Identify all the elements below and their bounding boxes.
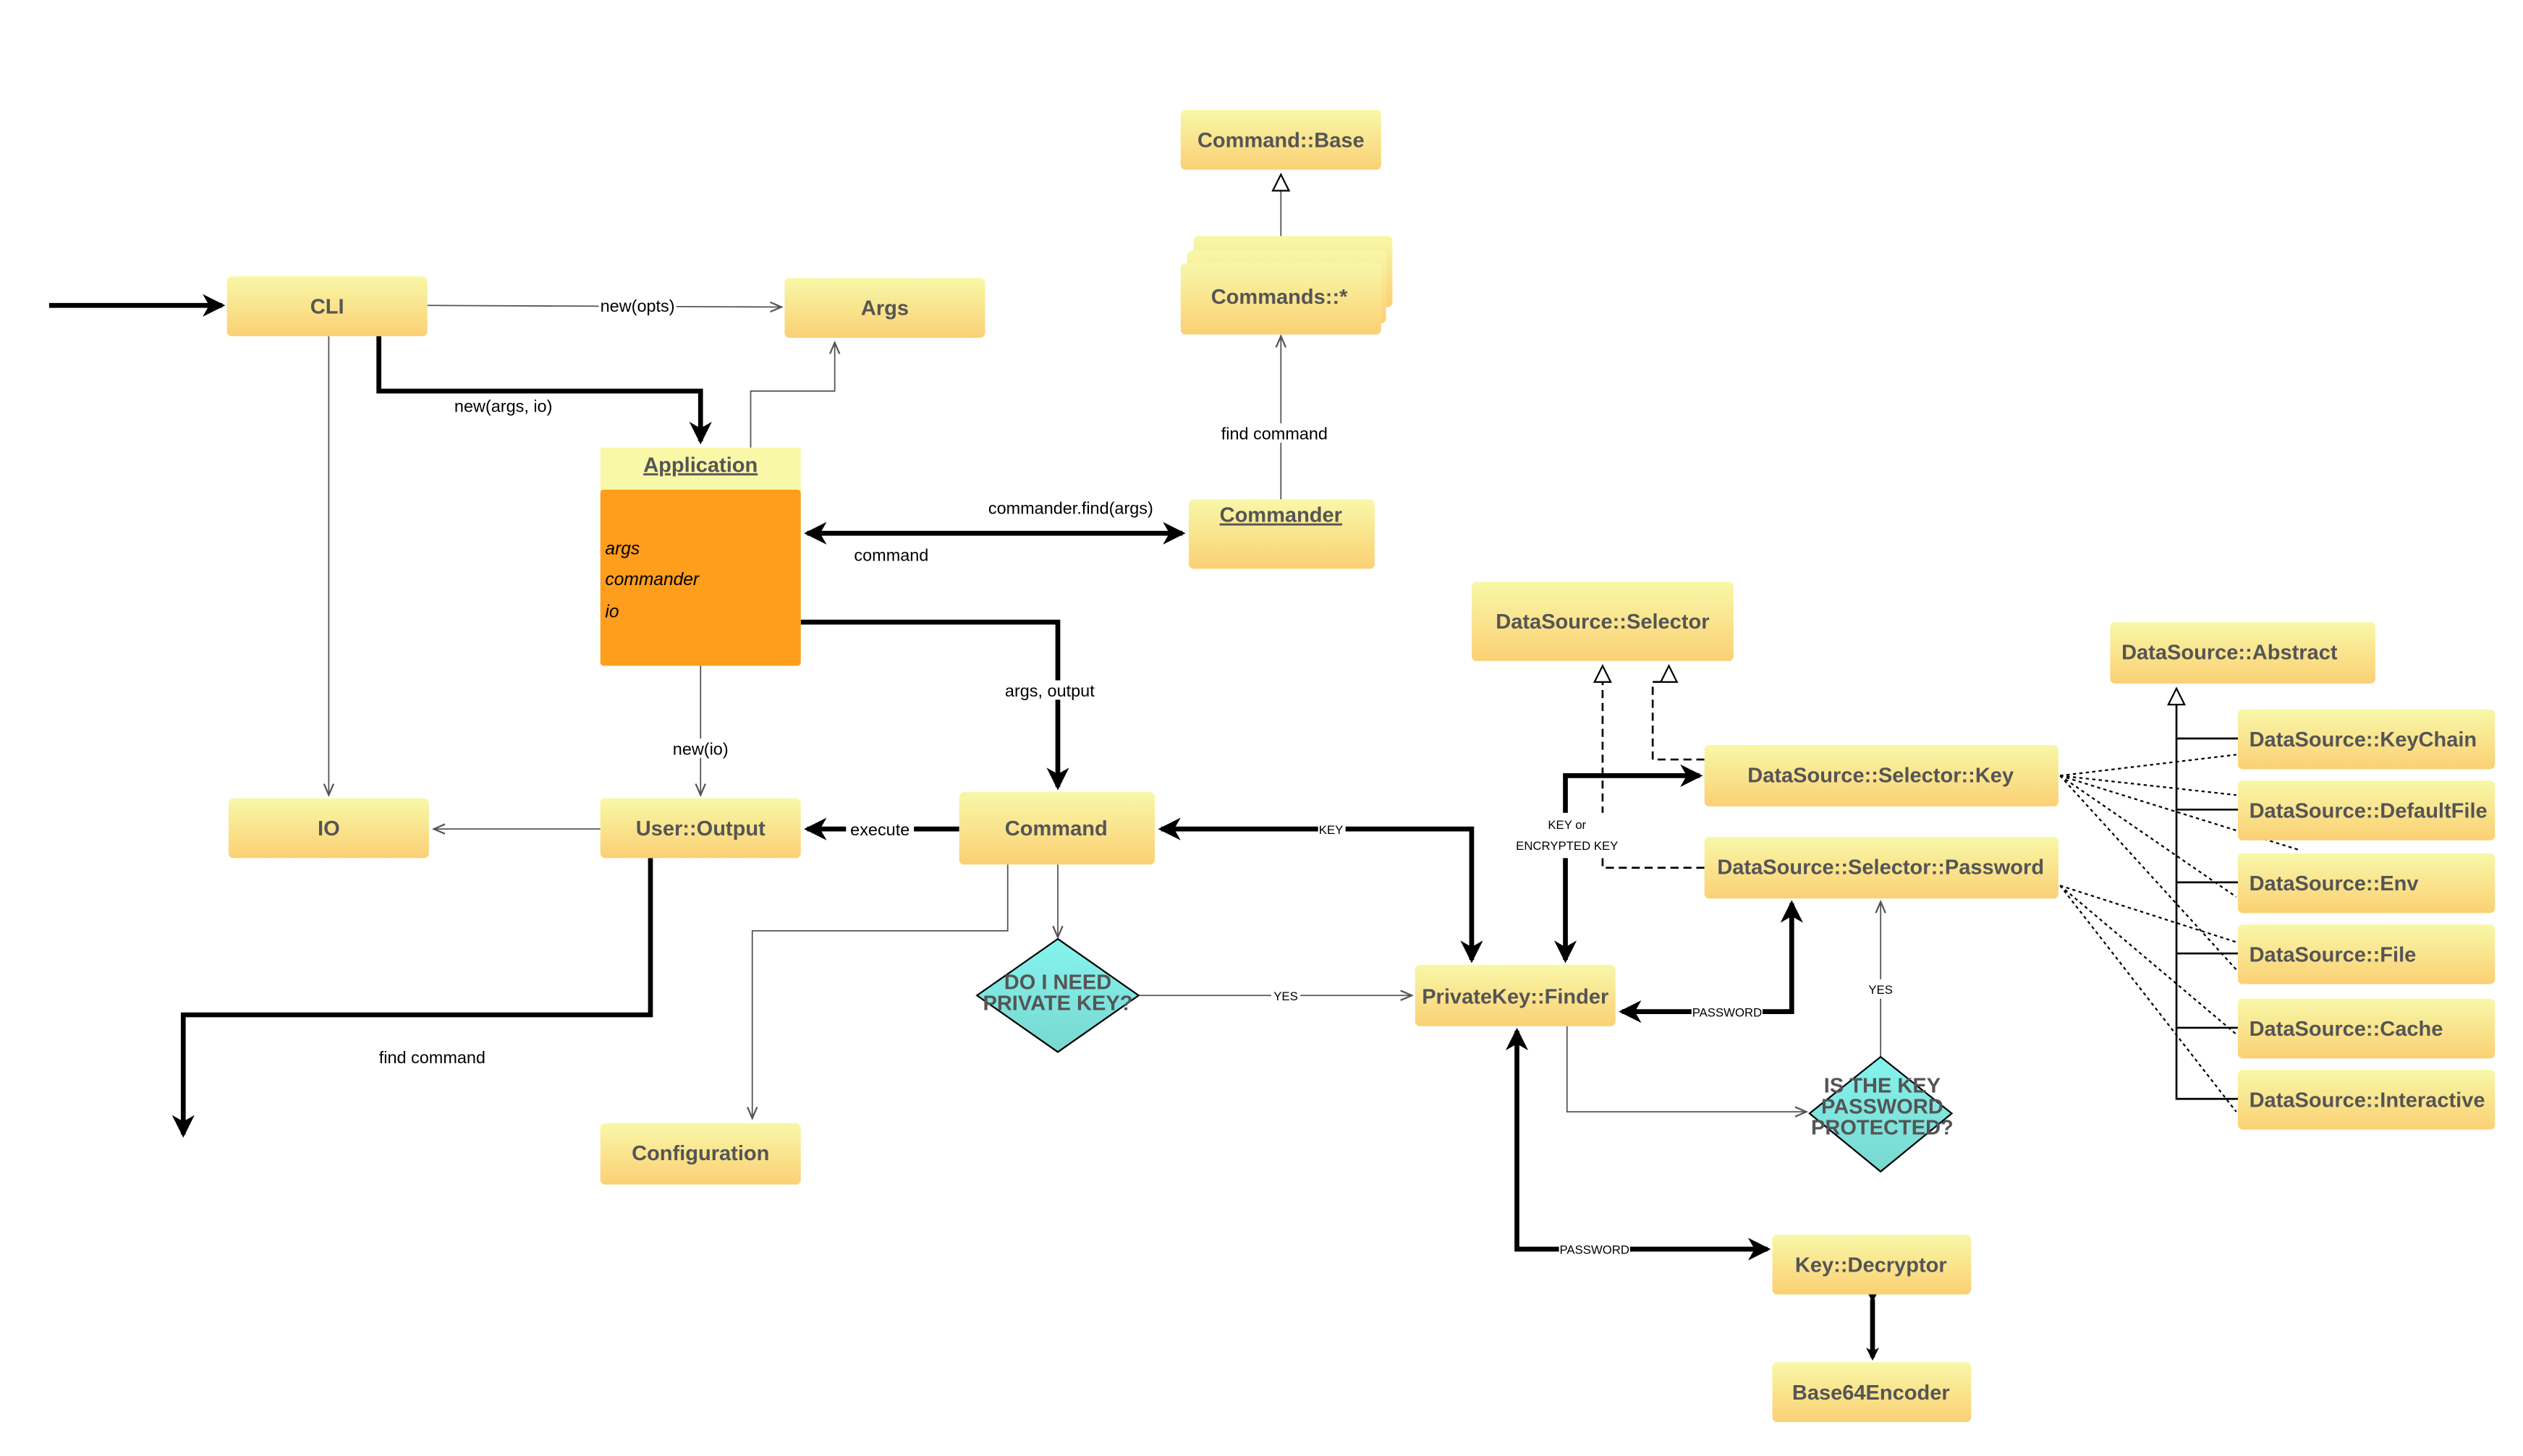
decision-is-key-password-protected[interactable]: IS THE KEY PASSWORD PROTECTED? [1808, 1055, 1954, 1173]
edge-label-password: PASSWORD [1692, 1005, 1762, 1019]
field-args: args [605, 539, 640, 558]
svg-text:DataSource::Env: DataSource::Env [2250, 872, 2420, 895]
node-ds-abstract[interactable]: DataSource::Abstract [2110, 622, 2375, 684]
svg-text:PRIVATE KEY?: PRIVATE KEY? [983, 992, 1132, 1015]
edge-label-new-opts: new(opts) [601, 297, 675, 315]
svg-text:DataSource::DefaultFile: DataSource::DefaultFile [2250, 799, 2488, 822]
field-io: io [605, 602, 619, 621]
edge-label-key: KEY [1319, 823, 1344, 837]
edge-label-key-or: KEY or [1548, 818, 1586, 832]
svg-text:Command: Command [1005, 817, 1108, 840]
edge-label-password-decrypt: PASSWORD [1559, 1243, 1629, 1257]
svg-text:Key::Decryptor: Key::Decryptor [1795, 1253, 1947, 1277]
edge-label-command: command [854, 545, 928, 564]
svg-text:DataSource::Cache: DataSource::Cache [2250, 1018, 2443, 1041]
svg-text:DataSource::File: DataSource::File [2250, 943, 2417, 966]
svg-text:Base64Encoder: Base64Encoder [1792, 1382, 1950, 1405]
edge-label-yes: YES [1273, 989, 1298, 1003]
node-ds-env[interactable]: DataSource::Env [2237, 853, 2496, 914]
node-commander[interactable]: Commander [1188, 499, 1375, 569]
node-key-decryptor[interactable]: Key::Decryptor [1772, 1234, 1972, 1295]
node-base64encoder[interactable]: Base64Encoder [1772, 1362, 1972, 1423]
svg-text:DO I NEED: DO I NEED [1004, 971, 1111, 994]
edge-label-new-args-io: new(args, io) [454, 397, 552, 416]
node-command-base[interactable]: Command::Base [1180, 109, 1381, 170]
decision-do-i-need-private-key[interactable]: DO I NEED PRIVATE KEY? [975, 937, 1140, 1053]
edge-label-commander-find: commander.find(args) [988, 498, 1153, 517]
svg-text:Commander: Commander [1220, 504, 1342, 527]
svg-text:IO: IO [318, 817, 340, 840]
svg-text:IS THE KEY: IS THE KEY [1824, 1074, 1941, 1097]
edge-label-execute: execute [850, 820, 909, 839]
node-ds-interactive[interactable]: DataSource::Interactive [2237, 1070, 2496, 1130]
svg-text:Args: Args [861, 297, 909, 320]
svg-text:DataSource::Interactive: DataSource::Interactive [2250, 1089, 2485, 1112]
svg-text:DataSource::Selector::Password: DataSource::Selector::Password [1717, 856, 2044, 880]
node-command[interactable]: Command [959, 791, 1156, 865]
node-user-output[interactable]: User::Output [600, 798, 801, 859]
svg-text:PROTECTED?: PROTECTED? [1811, 1116, 1954, 1139]
svg-text:PrivateKey::Finder: PrivateKey::Finder [1422, 985, 1608, 1008]
field-commander: commander [605, 570, 700, 589]
node-application[interactable]: Application args commander io [600, 447, 801, 666]
svg-text:User::Output: User::Output [636, 817, 766, 840]
architecture-diagram: new(opts) new(args, io) commander.find(a… [48, 109, 2496, 1423]
node-io[interactable]: IO [228, 798, 429, 859]
svg-text:Command::Base: Command::Base [1197, 129, 1365, 152]
edge-label-find-command-bottom: find command [379, 1048, 485, 1067]
node-ds-selector[interactable]: DataSource::Selector [1471, 582, 1734, 661]
node-cli[interactable]: CLI [226, 276, 428, 336]
svg-text:Application: Application [643, 454, 758, 477]
node-ds-cache[interactable]: DataSource::Cache [2237, 998, 2496, 1059]
svg-text:Configuration: Configuration [632, 1142, 769, 1165]
edge-label-find-command: find command [1221, 425, 1328, 443]
node-ds-selector-key[interactable]: DataSource::Selector::Key [1704, 744, 2058, 806]
svg-text:DataSource::Selector: DataSource::Selector [1496, 610, 1709, 634]
node-privatekey-finder[interactable]: PrivateKey::Finder [1415, 964, 1616, 1026]
svg-text:PASSWORD: PASSWORD [1821, 1095, 1943, 1118]
node-ds-file[interactable]: DataSource::File [2237, 924, 2496, 984]
svg-text:Commands::*: Commands::* [1211, 286, 1348, 309]
edge-label-encrypted-key: ENCRYPTED KEY [1516, 839, 1618, 853]
edge-label-args-output: args, output [1005, 681, 1095, 700]
node-commands[interactable]: Commands::* [1180, 236, 1393, 335]
svg-text:DataSource::KeyChain: DataSource::KeyChain [2250, 728, 2477, 752]
edge-label-yes-protected: YES [1868, 983, 1893, 997]
node-ds-keychain[interactable]: DataSource::KeyChain [2237, 709, 2496, 770]
node-ds-defaultfile[interactable]: DataSource::DefaultFile [2237, 780, 2496, 840]
nodes: CLI Args Command::Base Commands::* Appli… [226, 109, 2496, 1423]
node-configuration[interactable]: Configuration [600, 1123, 801, 1185]
node-args[interactable]: Args [784, 278, 985, 338]
edge-label-new-io: new(io) [673, 739, 729, 758]
svg-text:DataSource::Selector::Key: DataSource::Selector::Key [1747, 764, 2014, 787]
svg-text:DataSource::Abstract: DataSource::Abstract [2121, 642, 2338, 665]
node-ds-selector-password[interactable]: DataSource::Selector::Password [1704, 837, 2058, 899]
svg-text:CLI: CLI [310, 295, 344, 318]
